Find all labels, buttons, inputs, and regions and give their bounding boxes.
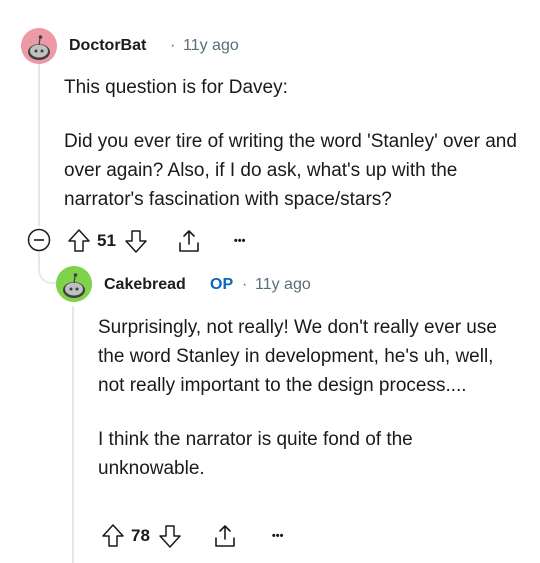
upvote-button[interactable] xyxy=(101,523,125,549)
comment-body: This question is for Davey: Did you ever… xyxy=(64,73,524,214)
snoo-avatar-icon xyxy=(21,28,57,64)
thread-line-reply xyxy=(72,306,74,563)
share-icon xyxy=(215,525,235,547)
op-badge: OP xyxy=(210,276,234,293)
collapse-minus-icon xyxy=(27,228,51,252)
meta-separator: · xyxy=(242,276,248,293)
collapse-button[interactable] xyxy=(27,228,51,252)
more-options-button[interactable]: ••• xyxy=(272,530,284,542)
downvote-button[interactable] xyxy=(158,523,182,549)
upvote-arrow-icon xyxy=(102,524,124,547)
comment-age[interactable]: 11y ago xyxy=(255,276,311,294)
upvote-arrow-icon xyxy=(68,229,90,252)
share-icon xyxy=(179,230,199,252)
avatar[interactable] xyxy=(56,266,92,302)
comment-body: Surprisingly, not really! We don't reall… xyxy=(98,313,518,483)
comment-paragraph: I think the narrator is quite fond of th… xyxy=(98,429,413,479)
avatar[interactable] xyxy=(21,28,57,64)
meta-separator: · xyxy=(170,37,176,54)
comment-author[interactable]: DoctorBat xyxy=(69,37,146,55)
snoo-avatar-icon xyxy=(56,266,92,302)
vote-score: 78 xyxy=(131,526,150,545)
comment-actions: 51 ••• xyxy=(67,226,245,256)
downvote-button[interactable] xyxy=(124,228,148,254)
upvote-button[interactable] xyxy=(67,228,91,254)
comment-actions: 78 ••• xyxy=(101,521,283,551)
share-button[interactable] xyxy=(176,228,202,254)
downvote-arrow-icon xyxy=(159,525,181,548)
more-options-button[interactable]: ••• xyxy=(234,235,246,247)
comment-paragraph: This question is for Davey: xyxy=(64,77,288,98)
share-button[interactable] xyxy=(212,523,238,549)
vote-score: 51 xyxy=(97,231,116,250)
downvote-arrow-icon xyxy=(125,230,147,253)
thread-line-parent xyxy=(38,64,40,226)
comment-paragraph: Surprisingly, not really! We don't reall… xyxy=(98,317,497,396)
comment-author[interactable]: Cakebread xyxy=(104,276,186,294)
comment-paragraph: Did you ever tire of writing the word 'S… xyxy=(64,131,517,210)
comment-age[interactable]: 11y ago xyxy=(183,37,239,55)
